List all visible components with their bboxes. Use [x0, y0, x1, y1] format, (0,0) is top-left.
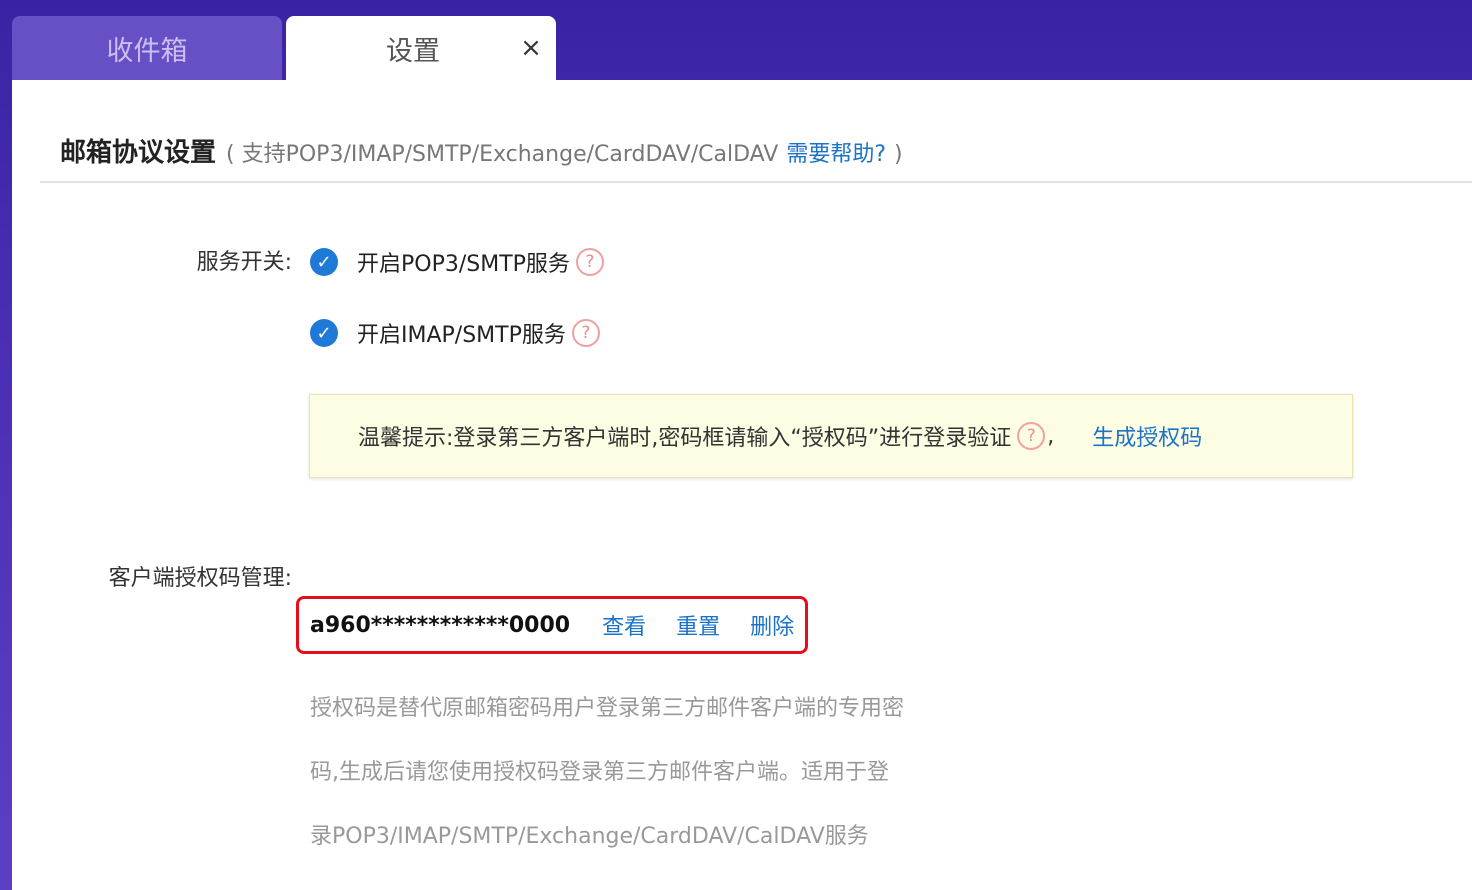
view-button[interactable]: 查看: [602, 609, 646, 641]
tab-settings[interactable]: 设置 ×: [286, 16, 556, 80]
pop3-smtp-label: 开启POP3/SMTP服务: [357, 252, 570, 277]
tip-box: 温馨提示:登录第三方客户端时,密码框请输入“授权码”进行登录验证 ? , 生成授…: [309, 394, 1353, 478]
page-title: 邮箱协议设置: [60, 138, 217, 168]
divider: [40, 181, 1472, 183]
tip-text: 温馨提示:登录第三方客户端时,密码框请输入“授权码”进行登录验证: [358, 426, 1012, 451]
description-line: 授权码是替代原邮箱密码用户登录第三方邮件客户端的专用密: [310, 696, 905, 721]
settings-panel: 邮箱协议设置 ( 支持POP3/IMAP/SMTP/Exchange/CardD…: [12, 80, 1472, 890]
imap-smtp-option: ✓ 开启IMAP/SMTP服务 ?: [310, 317, 600, 349]
auth-code-description: 授权码是替代原邮箱密码用户登录第三方邮件客户端的专用密 码,生成后请您使用授权码…: [310, 677, 970, 869]
auth-code-highlight: a960************0000 查看 重置 删除: [296, 596, 808, 654]
tab-settings-label: 设置: [386, 35, 440, 67]
generate-auth-code-link[interactable]: 生成授权码: [1092, 420, 1202, 452]
auth-code-management-label: 客户端授权码管理:: [108, 566, 292, 591]
delete-button[interactable]: 删除: [750, 609, 794, 641]
service-switch-label: 服务开关:: [196, 250, 292, 275]
question-circle-icon[interactable]: ?: [571, 319, 600, 347]
tip-comma: ,: [1047, 423, 1055, 449]
checkmark-icon[interactable]: ✓: [310, 248, 338, 276]
tab-inbox[interactable]: 收件箱: [12, 16, 282, 80]
description-line: 码,生成后请您使用授权码登录第三方邮件客户端。适用于登: [310, 760, 889, 785]
help-link[interactable]: 需要帮助?: [786, 136, 886, 168]
pop3-smtp-option: ✓ 开启POP3/SMTP服务 ?: [310, 246, 604, 278]
question-circle-icon[interactable]: ?: [1017, 422, 1046, 450]
close-icon[interactable]: ×: [520, 35, 542, 61]
question-circle-icon[interactable]: ?: [575, 248, 604, 276]
protocol-support-text: ( 支持POP3/IMAP/SMTP/Exchange/CardDAV/CalD…: [226, 142, 779, 167]
description-line: 录POP3/IMAP/SMTP/Exchange/CardDAV/CalDAV服…: [310, 824, 869, 849]
tab-bar: 收件箱 设置 ×: [0, 0, 1472, 80]
tab-inbox-label: 收件箱: [106, 35, 188, 67]
auth-code-value: a960************0000: [310, 612, 571, 638]
subtitle-close-paren: ): [894, 142, 903, 167]
checkmark-icon[interactable]: ✓: [310, 319, 338, 347]
imap-smtp-label: 开启IMAP/SMTP服务: [357, 323, 566, 348]
section-header: 邮箱协议设置 ( 支持POP3/IMAP/SMTP/Exchange/CardD…: [60, 132, 903, 172]
reset-button[interactable]: 重置: [676, 609, 720, 641]
